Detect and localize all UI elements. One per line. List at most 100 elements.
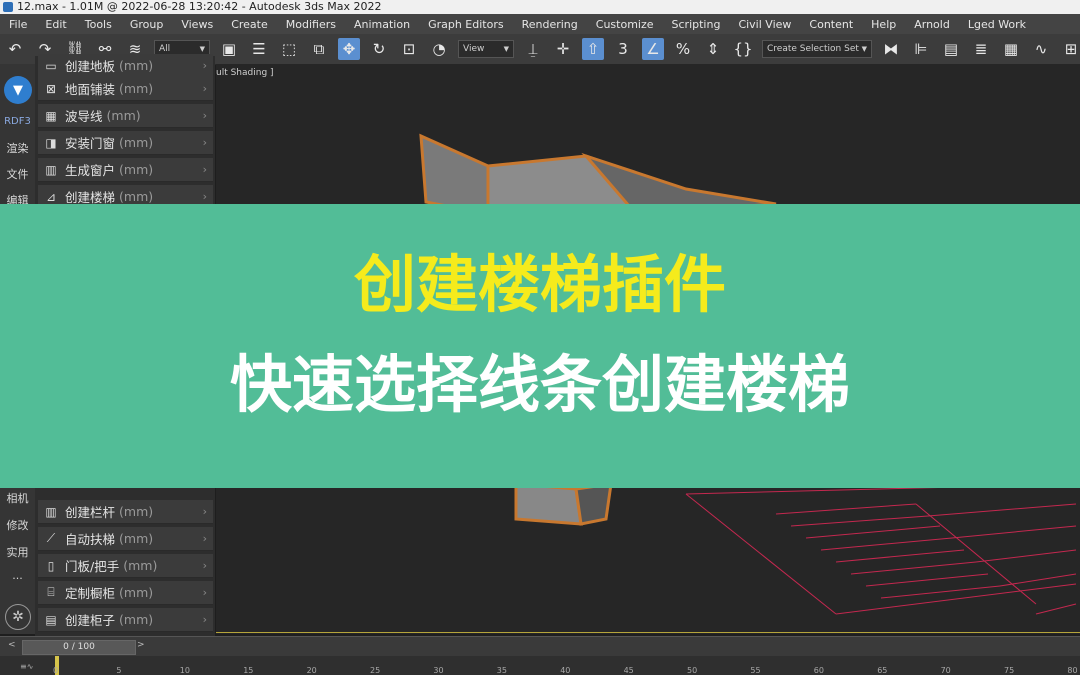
named-selection-set-dropdown[interactable]: Create Selection Set ▼ (762, 40, 872, 58)
prev-frame-icon[interactable]: < (8, 640, 20, 654)
next-frame-icon[interactable]: > (137, 640, 149, 654)
edit-named-selection-icon[interactable]: {} (732, 38, 754, 60)
menu-animation[interactable]: Animation (345, 18, 419, 31)
select-object-icon[interactable]: ▣ (218, 38, 240, 60)
panel-item[interactable]: ⟋ 自动扶梯 (mm) › (38, 527, 213, 551)
keyboard-shortcut-override-icon[interactable]: ⇧ (582, 38, 604, 60)
panel-item-label: 自动扶梯 (65, 532, 116, 547)
menu-create[interactable]: Create (222, 18, 277, 31)
strip-item-modify[interactable]: 修改 (0, 517, 35, 533)
chevron-right-icon: › (202, 136, 207, 149)
railing-icon: ▥ (45, 504, 57, 519)
select-rotate-icon[interactable]: ↻ (368, 38, 390, 60)
track-bar[interactable]: ≡∿ 0 5 10 15 20 25 30 35 40 45 50 55 60 65 70 75 80 (0, 656, 1080, 675)
chevron-right-icon: › (202, 109, 207, 122)
settings-gear-icon[interactable]: ✲ (5, 604, 31, 630)
panel-item[interactable]: ▭ 创建地板 (mm) › (38, 54, 213, 78)
menu-file[interactable]: File (0, 18, 36, 31)
time-slider[interactable]: 0 / 100 (22, 640, 136, 655)
undo-icon[interactable]: ↶ (4, 38, 26, 60)
select-manipulate-icon[interactable]: ✛ (552, 38, 574, 60)
chevron-right-icon: › (202, 532, 207, 545)
panel-item-unit: (mm) (119, 612, 154, 627)
menu-group[interactable]: Group (121, 18, 173, 31)
mirror-icon[interactable]: ⧓ (880, 38, 902, 60)
select-move-icon[interactable]: ✥ (338, 38, 360, 60)
panel-item-label: 创建地板 (65, 59, 116, 74)
menu-customize[interactable]: Customize (587, 18, 663, 31)
panel-item-unit: (mm) (119, 189, 154, 204)
plugin-logo-icon[interactable]: ▼ (4, 76, 32, 104)
rectangular-selection-icon[interactable]: ⬚ (278, 38, 300, 60)
strip-more[interactable]: ··· (0, 572, 35, 585)
window-icon: ▥ (45, 162, 57, 177)
strip-item-render[interactable]: 渲染 (0, 140, 35, 156)
stairs-icon: ⊿ (45, 189, 57, 204)
ruler-tick-label: 55 (750, 666, 761, 675)
layer-explorer-icon[interactable]: ≣ (970, 38, 992, 60)
strip-item-camera[interactable]: 相机 (0, 490, 35, 506)
menu-content[interactable]: Content (800, 18, 862, 31)
brand-label: RDF3 (4, 116, 31, 127)
schematic-view-icon[interactable]: ⊞ (1060, 38, 1080, 60)
ruler-tick-label: 40 (560, 666, 571, 675)
menu-rendering[interactable]: Rendering (513, 18, 587, 31)
panel-item[interactable]: ⌸ 定制橱柜 (mm) › (38, 581, 213, 605)
title-banner: 创建楼梯插件 快速选择线条创建楼梯 (0, 204, 1080, 488)
menu-civil-view[interactable]: Civil View (729, 18, 800, 31)
menu-scripting[interactable]: Scripting (663, 18, 730, 31)
panel-item-label: 地面铺装 (65, 82, 116, 97)
curve-editor-icon[interactable]: ∿ (1030, 38, 1052, 60)
curve-editor-mini-icon[interactable]: ≡∿ (20, 662, 33, 671)
panel-item[interactable]: ▯ 门板/把手 (mm) › (38, 554, 213, 578)
panel-item-unit: (mm) (119, 58, 154, 73)
panel-item-label: 波导线 (65, 109, 103, 124)
panel-item[interactable]: ▤ 创建柜子 (mm) › (38, 608, 213, 632)
ruler-tick-label: 70 (940, 666, 951, 675)
menu-modifiers[interactable]: Modifiers (277, 18, 345, 31)
menu-arnold[interactable]: Arnold (905, 18, 959, 31)
cabinet-icon: ⌸ (47, 585, 55, 599)
select-scale-icon[interactable]: ⊡ (398, 38, 420, 60)
select-place-icon[interactable]: ◔ (428, 38, 450, 60)
panel-item[interactable]: ▦ 波导线 (mm) › (38, 104, 213, 128)
menu-edit[interactable]: Edit (36, 18, 75, 31)
pivot-center-icon[interactable]: ⍊ (522, 38, 544, 60)
panel-item[interactable]: ⊠ 地面铺装 (mm) › (38, 77, 213, 101)
menu-lged-work[interactable]: Lged Work (959, 18, 1035, 31)
spinner-snap-icon[interactable]: ⇕ (702, 38, 724, 60)
menu-views[interactable]: Views (172, 18, 222, 31)
panel-item-label: 生成窗户 (65, 163, 116, 178)
banner-subheadline: 快速选择线条创建楼梯 (229, 348, 850, 421)
snaps-toggle-icon[interactable]: 3 (612, 38, 634, 60)
percent-snap-icon[interactable]: % (672, 38, 694, 60)
chevron-right-icon: › (202, 59, 207, 72)
align-icon[interactable]: ⊫ (910, 38, 932, 60)
panel-item-unit: (mm) (119, 81, 154, 96)
app-icon (3, 2, 13, 12)
reference-coordinate-dropdown[interactable]: View ▼ (458, 40, 514, 58)
ruler-tick-label: 0 (53, 666, 59, 675)
title-bar: 12.max - 1.01M @ 2022-06-28 13:20:42 - A… (0, 0, 1080, 14)
chevron-right-icon: › (202, 505, 207, 518)
select-by-name-icon[interactable]: ☰ (248, 38, 270, 60)
scene-explorer-icon[interactable]: ▤ (940, 38, 962, 60)
chevron-right-icon: › (202, 559, 207, 572)
strip-item-utility[interactable]: 实用 (0, 544, 35, 560)
ruler-tick-label: 15 (243, 666, 254, 675)
menu-help[interactable]: Help (862, 18, 905, 31)
panel-item[interactable]: ▥ 生成窗户 (mm) › (38, 158, 213, 182)
time-slider-bar: < 0 / 100 > (0, 636, 1080, 657)
panel-item[interactable]: ◨ 安装门窗 (mm) › (38, 131, 213, 155)
angle-snap-icon[interactable]: ∠ (642, 38, 664, 60)
strip-item-file[interactable]: 文件 (0, 166, 35, 182)
ribbon-toggle-icon[interactable]: ▦ (1000, 38, 1022, 60)
window-crossing-icon[interactable]: ⧉ (308, 38, 330, 60)
menu-graph-editors[interactable]: Graph Editors (419, 18, 513, 31)
panel-item-unit: (mm) (123, 558, 158, 573)
menu-tools[interactable]: Tools (76, 18, 121, 31)
ruler-tick-label: 5 (116, 666, 122, 675)
stair-spline-outline[interactable] (685, 483, 1077, 615)
door-icon: ◨ (45, 135, 57, 150)
panel-item[interactable]: ▥ 创建栏杆 (mm) › (38, 500, 213, 524)
